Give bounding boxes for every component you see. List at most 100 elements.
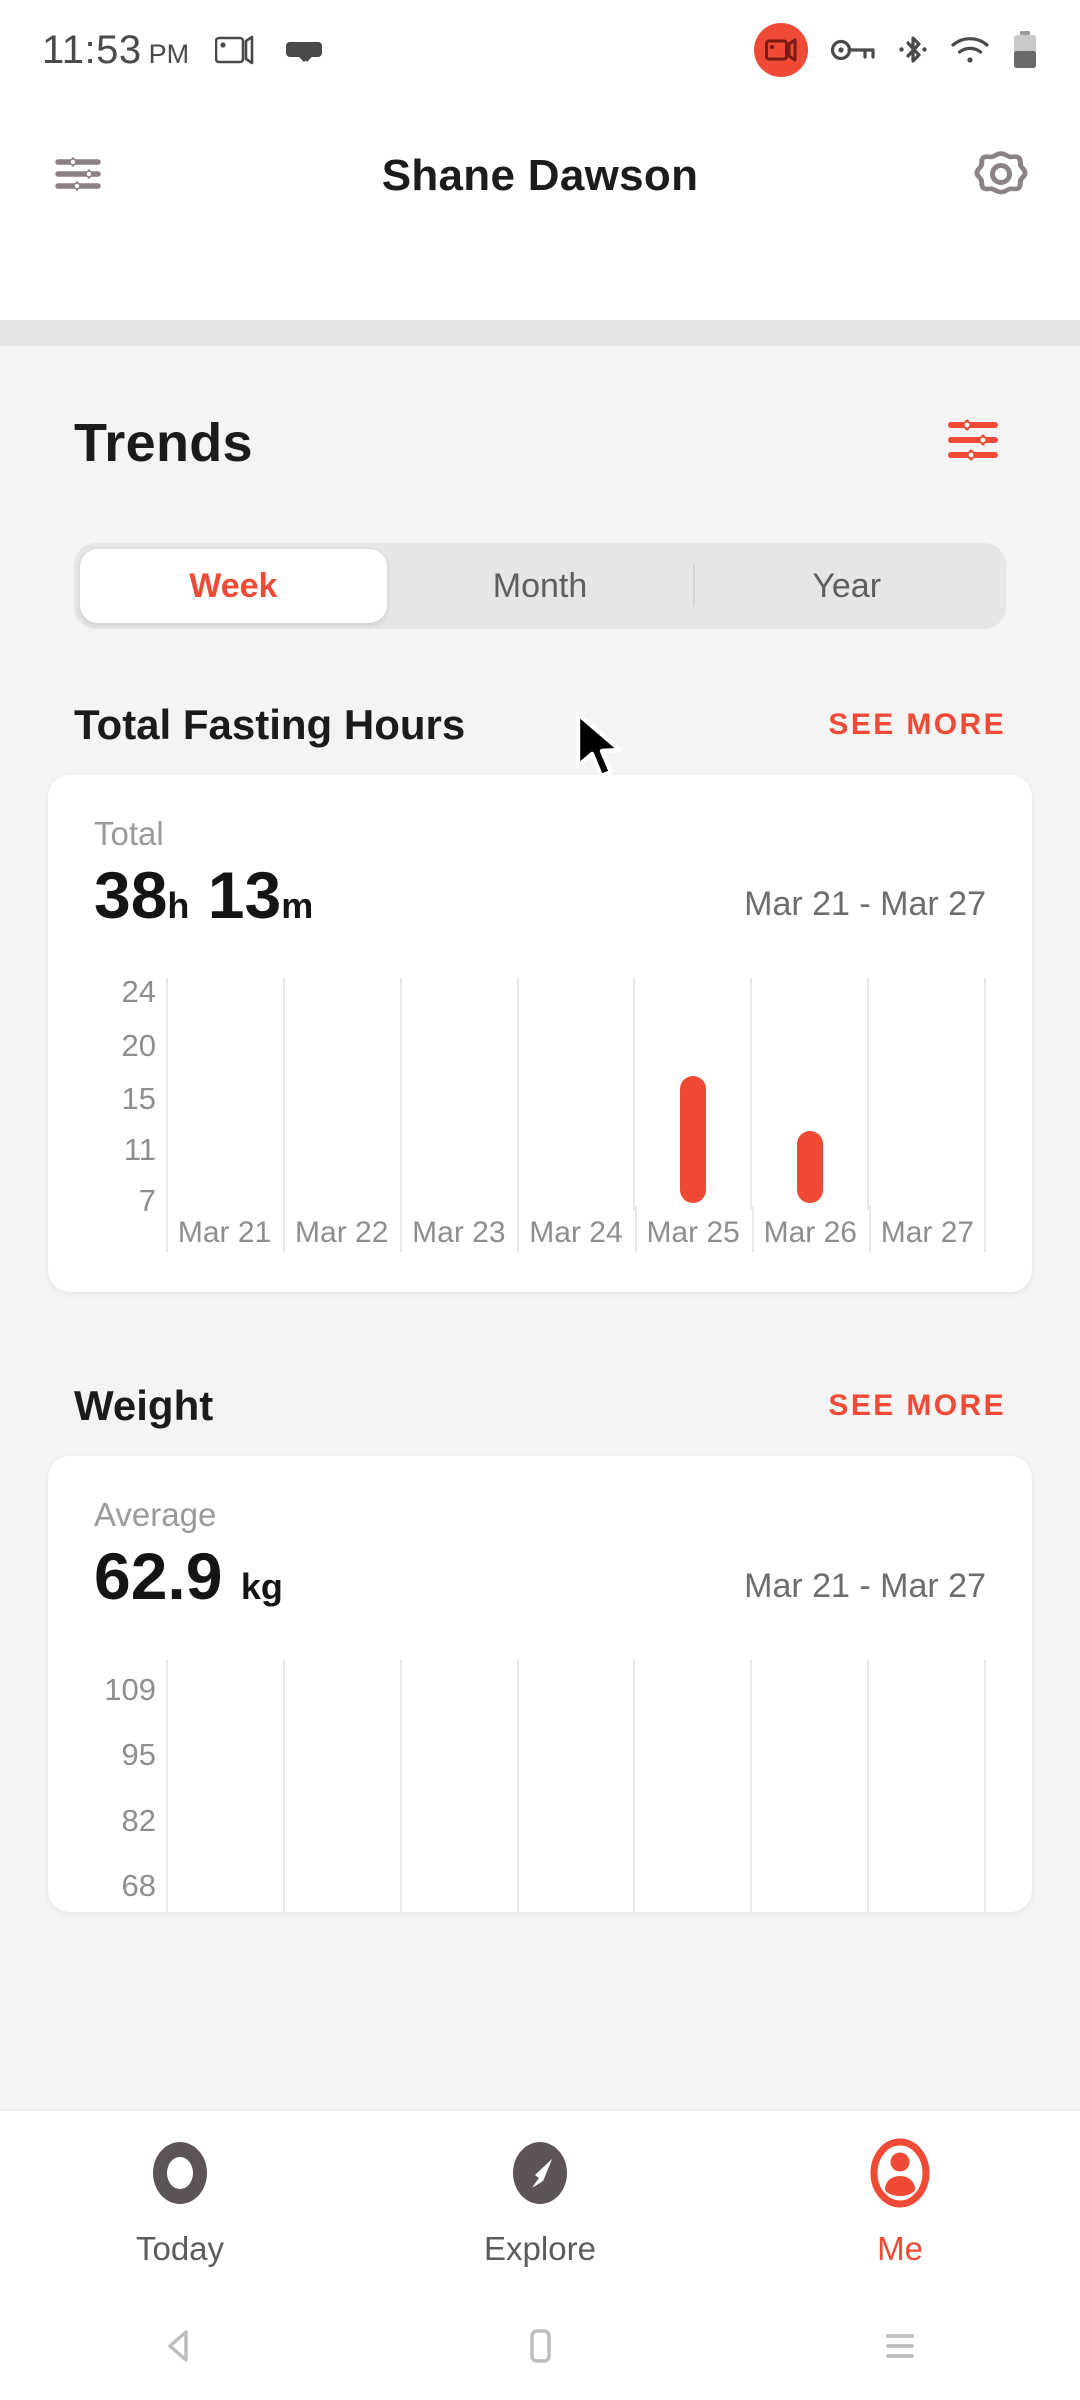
weight-chart-body: 109 95 82 68: [94, 1659, 986, 1912]
vpn-key-icon: [830, 36, 876, 64]
weight-card-stats: Average 62.9 kg Mar 21 - Mar 27: [94, 1496, 986, 1611]
clock-time: 11:53: [42, 27, 142, 72]
y-tick: 68: [121, 1868, 156, 1904]
y-tick: 11: [123, 1131, 156, 1167]
weight-stat-block: Average 62.9 kg: [94, 1496, 283, 1611]
compass-icon: [502, 2135, 578, 2216]
wifi-icon: [950, 34, 990, 66]
fasting-minutes: 13: [207, 858, 282, 932]
clock-ampm: PM: [148, 38, 190, 69]
x-label: Mar 23: [400, 1206, 517, 1253]
app-header: Shane Dawson: [0, 100, 1080, 252]
chart-column: [633, 978, 750, 1211]
x-label: Mar 21: [166, 1206, 283, 1253]
y-tick: 7: [138, 1183, 156, 1219]
weight-unit: kg: [240, 1566, 283, 1608]
settings-gear-icon[interactable]: [968, 141, 1034, 212]
tab-week[interactable]: Week: [80, 549, 387, 623]
header-spacer: [0, 252, 1080, 320]
fasting-see-more-link[interactable]: SEE MORE: [828, 708, 1006, 742]
weight-section-header: Weight SEE MORE: [0, 1382, 1080, 1430]
weight-y-axis: 109 95 82 68: [94, 1660, 166, 1912]
fasting-x-labels: Mar 21 Mar 22 Mar 23 Mar 24 Mar 25 Mar 2…: [166, 1206, 987, 1253]
status-bar-left: 11:53 PM: [42, 28, 323, 73]
status-bar: 11:53 PM: [0, 0, 1080, 100]
bottom-navigation: Today Explore Me: [0, 2111, 1080, 2291]
x-label: Mar 24: [517, 1206, 634, 1253]
chart-column: [282, 1659, 400, 1912]
nav-label-me: Me: [877, 2230, 923, 2267]
person-icon: [862, 2135, 938, 2216]
y-tick: 95: [121, 1737, 156, 1773]
fasting-hours-unit: h: [167, 885, 190, 926]
trends-filter-sliders-icon[interactable]: [940, 410, 1006, 475]
fasting-y-axis: 24 20 15 11 7: [94, 974, 166, 1218]
y-tick: 15: [121, 1080, 156, 1116]
ring-icon: [142, 2135, 218, 2216]
chart-column: [867, 978, 987, 1211]
weight-line-chart: 109 95 82 68: [94, 1659, 986, 1912]
vr-check-icon: [281, 33, 323, 67]
fasting-minutes-unit: m: [281, 885, 314, 926]
fasting-card-stats: Total 38h 13m Mar 21 - Mar 27: [94, 815, 986, 930]
fasting-card: Total 38h 13m Mar 21 - Mar 27 24 20 15 1…: [48, 775, 1032, 1293]
chart-column: [166, 1659, 283, 1912]
weight-card: Average 62.9 kg Mar 21 - Mar 27 109 95 8…: [48, 1456, 1032, 1912]
chart-column: [282, 978, 400, 1211]
fasting-hours: 38: [94, 858, 168, 932]
screen-record-icon: [754, 23, 808, 77]
chart-column: [633, 1659, 750, 1912]
weight-see-more-link[interactable]: SEE MORE: [828, 1389, 1006, 1423]
nav-label-explore: Explore: [484, 2230, 596, 2267]
nav-label-today: Today: [135, 2230, 225, 2267]
nav-item-me[interactable]: Me: [720, 2135, 1080, 2268]
x-label: Mar 22: [283, 1206, 400, 1253]
chart-column: [867, 1659, 986, 1912]
status-bar-right: [754, 23, 1038, 77]
y-tick: 82: [121, 1802, 156, 1838]
section-divider: [0, 320, 1080, 346]
bluetooth-icon: [898, 33, 928, 67]
chart-column: [750, 978, 867, 1211]
chart-column: [750, 1659, 867, 1912]
nav-item-today[interactable]: Today: [0, 2135, 360, 2268]
x-label: Mar 26: [751, 1206, 869, 1253]
trends-title: Trends: [74, 412, 253, 473]
x-label: Mar 27: [868, 1206, 987, 1253]
recents-lines-icon[interactable]: [720, 2320, 1080, 2372]
fasting-plot-area: [166, 978, 987, 1211]
fasting-stat-block: Total 38h 13m: [94, 815, 313, 930]
scroll-content: Trends Week Month Year Total Fasting Hou…: [0, 346, 1080, 2111]
bar-mar-25: [679, 1075, 706, 1204]
status-bar-clock: 11:53 PM: [42, 28, 189, 73]
chart-column: [516, 978, 634, 1211]
weight-stat-label: Average: [94, 1496, 217, 1534]
fasting-stat-value: 38h 13m: [94, 858, 314, 932]
chart-column: [516, 1659, 634, 1912]
tab-month[interactable]: Month: [387, 549, 694, 623]
y-tick: 24: [121, 974, 156, 1010]
y-tick: 109: [104, 1671, 156, 1707]
fasting-section-header: Total Fasting Hours SEE MORE: [0, 701, 1080, 749]
chart-column: [399, 1659, 517, 1912]
period-segmented-control[interactable]: Week Month Year: [74, 543, 1006, 629]
weight-plot-area: [166, 1659, 986, 1912]
weight-stat-value: 62.9 kg: [94, 1542, 283, 1611]
fasting-chart-body: 24 20 15 11 7: [94, 974, 987, 1218]
android-navigation-bar: [0, 2291, 1080, 2400]
fasting-bar-chart: 24 20 15 11 7 Mar 21 Mar 22 Mar 23 Mar 2…: [94, 974, 987, 1258]
back-triangle-icon[interactable]: [0, 2320, 360, 2372]
phone-screen: 11:53 PM Shane Dawson Trends Week Month …: [0, 0, 1080, 2400]
nav-item-explore[interactable]: Explore: [360, 2135, 720, 2268]
home-square-icon[interactable]: [360, 2320, 720, 2372]
page-title: Shane Dawson: [381, 151, 699, 200]
x-label: Mar 25: [634, 1206, 752, 1253]
bar-mar-26: [796, 1131, 823, 1204]
fasting-x-axis: Mar 21 Mar 22 Mar 23 Mar 24 Mar 25 Mar 2…: [94, 1206, 987, 1253]
sliders-icon[interactable]: [46, 142, 110, 211]
y-tick: 20: [121, 1027, 156, 1063]
fasting-title: Total Fasting Hours: [74, 701, 466, 748]
tab-year[interactable]: Year: [693, 549, 1000, 623]
battery-icon: [1012, 31, 1038, 69]
fasting-stat-label: Total: [94, 815, 164, 852]
